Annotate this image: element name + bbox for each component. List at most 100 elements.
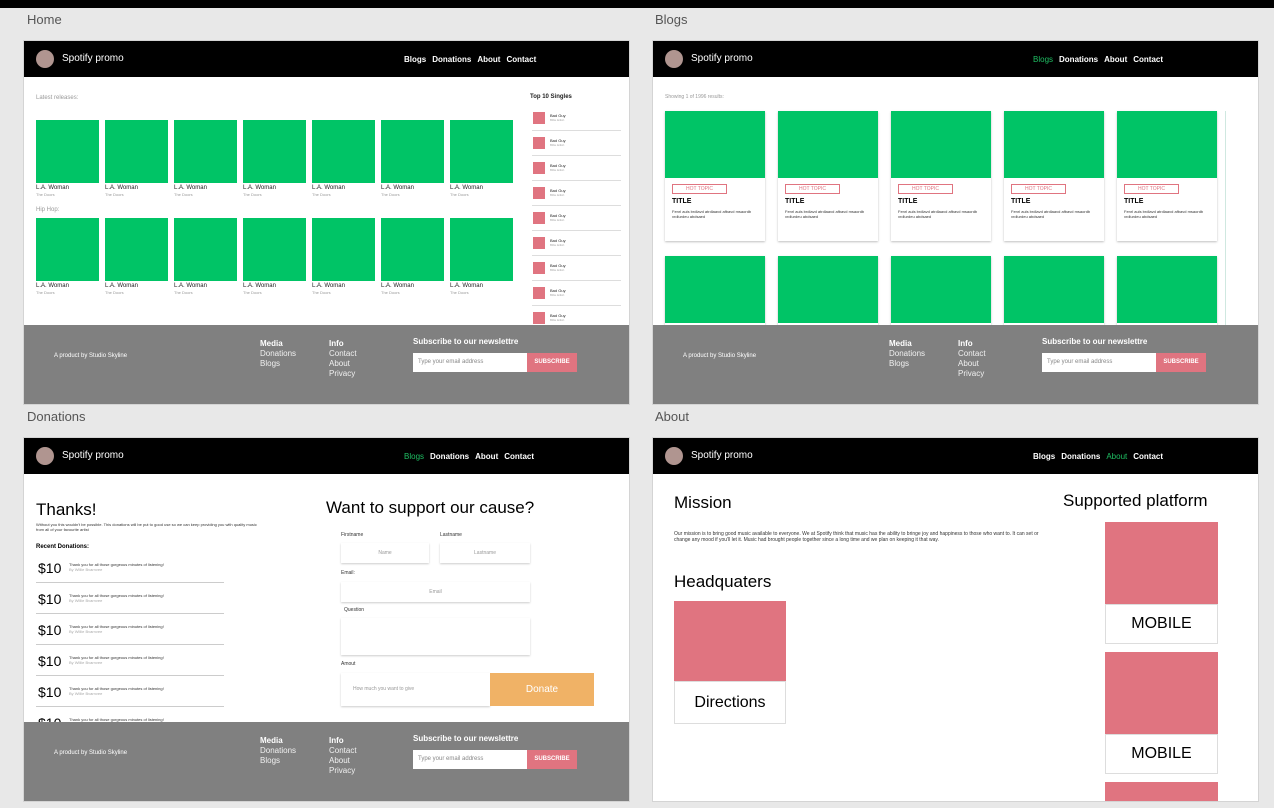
blog-card[interactable]: HOT TOPIC TITLE Fenrl auls brdlavd atrdlaa… [778, 111, 878, 241]
album-card[interactable]: L.A. Woman The Doors [381, 218, 444, 295]
nav-link-contact[interactable]: Contact [1133, 55, 1163, 64]
artboard-blogs[interactable]: Spotify promo Blogs Donations About Cont… [652, 40, 1259, 405]
album-card[interactable]: L.A. Woman The Doors [105, 120, 168, 197]
platform-image [1105, 782, 1218, 801]
album-cover [243, 218, 306, 281]
album-card[interactable]: L.A. Woman The Doors [36, 218, 99, 295]
album-card[interactable]: L.A. Woman The Doors [312, 120, 375, 197]
footer-link-blogs[interactable]: Blogs [889, 359, 925, 369]
blog-card-image [665, 111, 765, 178]
footer-link-privacy[interactable]: Privacy [958, 369, 986, 379]
platform-card-mobile[interactable]: MOBILE [1105, 604, 1218, 644]
album-card[interactable]: L.A. Woman The Doors [36, 120, 99, 197]
blog-card-title: TITLE [785, 198, 805, 205]
nav-link-donations[interactable]: Donations [432, 55, 471, 64]
single-item[interactable]: Bad Guy Billie Eilish [532, 181, 621, 206]
album-cover [450, 218, 513, 281]
footer-link-blogs[interactable]: Blogs [260, 756, 296, 766]
brand-name[interactable]: Spotify promo [691, 450, 753, 461]
single-item[interactable]: Bad Guy Billie Eilish [532, 206, 621, 231]
footer-link-privacy[interactable]: Privacy [329, 369, 357, 379]
nav-link-about[interactable]: About [1104, 55, 1127, 64]
blog-card[interactable]: HOT TOPIC TITLE Fenrl auls brdlavd atrdlaa… [665, 111, 765, 241]
single-item[interactable]: Bad Guy Billie Eilish [532, 106, 621, 131]
nav-link-about[interactable]: About [1106, 452, 1127, 461]
nav-link-contact[interactable]: Contact [504, 452, 534, 461]
subscribe-button[interactable]: SUBSCRIBE [527, 353, 577, 372]
album-cover [312, 218, 375, 281]
logo-avatar[interactable] [36, 50, 54, 68]
subscribe-button[interactable]: SUBSCRIBE [527, 750, 577, 769]
donate-button[interactable]: Donate [490, 673, 594, 706]
footer-link-about[interactable]: About [329, 359, 357, 369]
footer-link-about[interactable]: About [958, 359, 986, 369]
nav-link-about[interactable]: About [477, 55, 500, 64]
footer-link-contact[interactable]: Contact [329, 349, 357, 359]
logo-avatar[interactable] [36, 447, 54, 465]
nav-link-blogs[interactable]: Blogs [404, 55, 426, 64]
footer-media-title: Media [260, 339, 283, 348]
email-input[interactable]: Email [341, 582, 530, 602]
footer-link-contact[interactable]: Contact [958, 349, 986, 359]
nav-link-donations[interactable]: Donations [1059, 55, 1098, 64]
nav-link-donations[interactable]: Donations [1061, 452, 1100, 461]
footer-link-privacy[interactable]: Privacy [329, 766, 357, 776]
nav-link-contact[interactable]: Contact [506, 55, 536, 64]
album-card[interactable]: L.A. Woman The Doors [450, 218, 513, 295]
album-card[interactable]: L.A. Woman The Doors [381, 120, 444, 197]
album-card[interactable]: L.A. Woman The Doors [243, 218, 306, 295]
brand-name[interactable]: Spotify promo [62, 53, 124, 64]
album-card[interactable]: L.A. Woman The Doors [312, 218, 375, 295]
album-title: L.A. Woman [312, 283, 345, 289]
album-card[interactable]: L.A. Woman The Doors [450, 120, 513, 197]
brand-name[interactable]: Spotify promo [691, 53, 753, 64]
artboard-home[interactable]: Spotify promo Blogs Donations About Cont… [23, 40, 630, 405]
nav-link-about[interactable]: About [475, 452, 498, 461]
artboard-about[interactable]: Spotify promo Blogs Donations About Cont… [652, 437, 1259, 802]
footer-link-about[interactable]: About [329, 756, 357, 766]
subscribe-button[interactable]: SUBSCRIBE [1156, 353, 1206, 372]
donation-author: By Willie Bvarnvee [69, 691, 103, 696]
single-item[interactable]: Bad Guy Billie Eilish [532, 256, 621, 281]
album-card[interactable]: L.A. Woman The Doors [174, 218, 237, 295]
nav-link-blogs[interactable]: Blogs [1033, 55, 1053, 64]
footer-link-donations[interactable]: Donations [260, 746, 296, 756]
firstname-input[interactable]: Name [341, 543, 429, 563]
album-card[interactable]: L.A. Woman The Doors [105, 218, 168, 295]
nav-link-donations[interactable]: Donations [430, 452, 469, 461]
newsletter-email-input[interactable]: Type your email address [1042, 353, 1156, 372]
newsletter-email-input[interactable]: Type your email address [413, 750, 527, 769]
footer-link-contact[interactable]: Contact [329, 746, 357, 756]
single-item[interactable]: Bad Guy Billie Eilish [532, 156, 621, 181]
nav-link-blogs[interactable]: Blogs [404, 452, 424, 461]
single-item[interactable]: Bad Guy Billie Eilish [532, 281, 621, 306]
footer-link-donations[interactable]: Donations [260, 349, 296, 359]
artboard-donations[interactable]: Spotify promo Blogs Donations About Cont… [23, 437, 630, 802]
album-cover [174, 120, 237, 183]
blog-card[interactable]: HOT TOPIC TITLE Fenrl auls brdlavd atrdlaa… [891, 111, 991, 241]
platform-card-mobile[interactable]: MOBILE [1105, 734, 1218, 774]
headquarters-image [674, 601, 786, 681]
album-card[interactable]: L.A. Woman The Doors [243, 120, 306, 197]
directions-button[interactable]: Directions [674, 681, 786, 724]
footer-link-blogs[interactable]: Blogs [260, 359, 296, 369]
lastname-input[interactable]: Lastname [440, 543, 530, 563]
platform-image [1105, 652, 1218, 734]
blog-card[interactable]: HOT TOPIC TITLE Fenrl auls brdlavd atrdlaa… [1004, 111, 1104, 241]
question-textarea[interactable] [341, 618, 530, 655]
blog-card[interactable]: HOT TOPIC TITLE Fenrl auls brdlavd atrdlaa… [1117, 111, 1217, 241]
donation-row: $10Thank you for all those gorgeous minu… [36, 585, 224, 614]
nav-link-blogs[interactable]: Blogs [1033, 452, 1055, 461]
logo-avatar[interactable] [665, 447, 683, 465]
amount-input[interactable]: How much you want to give [341, 673, 490, 706]
single-item[interactable]: Bad Guy Billie Eilish [532, 131, 621, 156]
nav-link-contact[interactable]: Contact [1133, 452, 1163, 461]
blog-card-tag: HOT TOPIC [898, 184, 953, 194]
footer-link-donations[interactable]: Donations [889, 349, 925, 359]
single-item[interactable]: Bad Guy Billie Eilish [532, 231, 621, 256]
album-card[interactable]: L.A. Woman The Doors [174, 120, 237, 197]
logo-avatar[interactable] [665, 50, 683, 68]
single-thumb [533, 312, 545, 324]
newsletter-email-input[interactable]: Type your email address [413, 353, 527, 372]
brand-name[interactable]: Spotify promo [62, 450, 124, 461]
